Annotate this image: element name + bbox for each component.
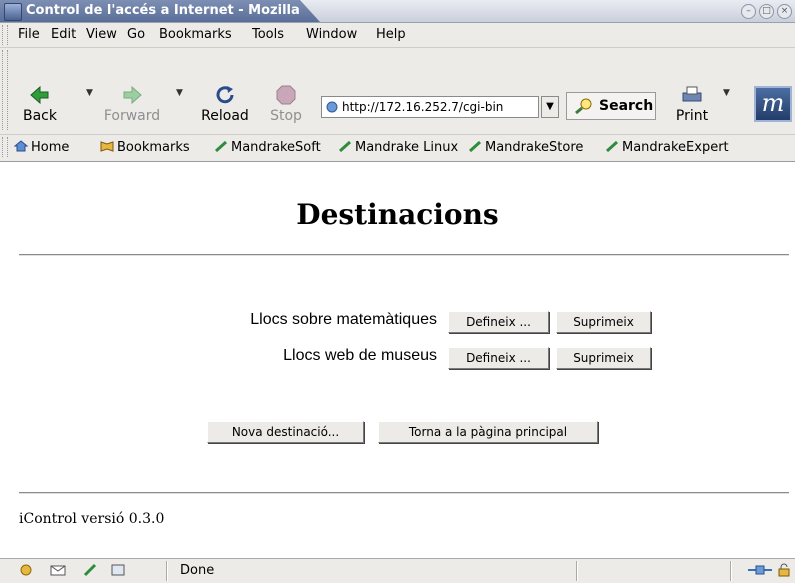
url-input[interactable]: http://172.16.252.7/cgi-bin bbox=[321, 96, 539, 118]
home-icon bbox=[13, 140, 29, 152]
print-dropdown-icon[interactable]: ▼ bbox=[723, 88, 730, 98]
stop-button[interactable]: Stop bbox=[266, 84, 306, 124]
delete-button[interactable]: Suprimeix bbox=[556, 347, 651, 369]
print-button[interactable]: Print bbox=[670, 84, 714, 124]
destination-label: Llocs sobre matemàtiques bbox=[250, 311, 437, 328]
status-text: Done bbox=[180, 563, 215, 578]
back-arrow-icon bbox=[28, 84, 52, 106]
status-separator bbox=[166, 561, 168, 581]
menu-tools[interactable]: Tools bbox=[252, 27, 284, 42]
mozilla-window-icon bbox=[4, 3, 22, 21]
window-titlebar: Control de l'accés a Internet - Mozilla … bbox=[0, 0, 795, 23]
heading-divider bbox=[19, 254, 789, 256]
footer-divider bbox=[19, 492, 789, 494]
menu-window[interactable]: Window bbox=[306, 27, 357, 42]
close-button[interactable]: × bbox=[777, 4, 792, 19]
active-title-tab: Control de l'accés a Internet - Mozilla bbox=[0, 0, 320, 22]
bookmarks-toolbar: Home Bookmarks MandrakeSoft Mandrake Lin… bbox=[0, 135, 795, 162]
toolbar-grip[interactable] bbox=[2, 137, 8, 157]
status-separator bbox=[576, 561, 578, 581]
forward-dropdown-icon[interactable]: ▼ bbox=[176, 88, 183, 98]
version-text: iControl versió 0.3.0 bbox=[19, 511, 165, 527]
menu-view[interactable]: View bbox=[86, 27, 117, 42]
menu-edit[interactable]: Edit bbox=[51, 27, 76, 42]
bookmark-mandrake-linux[interactable]: Mandrake Linux bbox=[338, 140, 458, 155]
bookmark-pen-icon bbox=[605, 140, 619, 153]
search-icon bbox=[575, 98, 592, 115]
define-button[interactable]: Defineix ... bbox=[448, 311, 549, 333]
bookmark-mandrakesoft[interactable]: MandrakeSoft bbox=[214, 140, 321, 155]
page-title: Destinacions bbox=[296, 198, 499, 231]
navigation-toolbar: Back ▼ Forward ▼ Reload Stop Print ▼ bbox=[0, 48, 795, 135]
menu-go[interactable]: Go bbox=[127, 27, 145, 42]
window-title: Control de l'accés a Internet - Mozilla bbox=[26, 3, 300, 18]
menu-help[interactable]: Help bbox=[376, 27, 406, 42]
address-book-icon[interactable] bbox=[110, 563, 126, 577]
composer-icon[interactable] bbox=[82, 563, 98, 577]
mozilla-logo[interactable]: m bbox=[754, 86, 792, 122]
bookmark-mandrakeexpert[interactable]: MandrakeExpert bbox=[605, 140, 729, 155]
menu-file[interactable]: File bbox=[18, 27, 40, 42]
stop-icon bbox=[274, 84, 298, 106]
back-button[interactable]: Back bbox=[14, 84, 66, 124]
mail-icon[interactable] bbox=[50, 563, 66, 577]
bookmarks-icon bbox=[100, 140, 114, 152]
forward-button[interactable]: Forward bbox=[100, 84, 164, 124]
bookmark-pen-icon bbox=[468, 140, 482, 153]
bookmark-pen-icon bbox=[214, 140, 228, 153]
printer-icon bbox=[680, 84, 704, 106]
forward-arrow-icon bbox=[120, 84, 144, 106]
search-button[interactable]: Search bbox=[566, 92, 656, 120]
new-destination-button[interactable]: Nova destinació... bbox=[207, 421, 364, 443]
back-dropdown-icon[interactable]: ▼ bbox=[86, 88, 93, 98]
menu-bookmarks[interactable]: Bookmarks bbox=[159, 27, 232, 42]
status-separator bbox=[730, 561, 732, 581]
bookmark-home[interactable]: Home bbox=[13, 140, 69, 155]
url-history-dropdown[interactable]: ▼ bbox=[541, 96, 559, 118]
site-icon bbox=[326, 101, 338, 113]
security-lock-icon[interactable] bbox=[776, 563, 792, 577]
menubar: File Edit View Go Bookmarks Tools Window… bbox=[0, 23, 795, 48]
minimize-button[interactable]: – bbox=[741, 4, 756, 19]
online-status-icon[interactable] bbox=[747, 563, 773, 577]
delete-button[interactable]: Suprimeix bbox=[556, 311, 651, 333]
bookmark-pen-icon bbox=[338, 140, 352, 153]
bookmark-bookmarks[interactable]: Bookmarks bbox=[100, 140, 190, 155]
status-bar: Done bbox=[0, 558, 795, 583]
destination-label: Llocs web de museus bbox=[283, 347, 437, 364]
bookmark-mandrakestore[interactable]: MandrakeStore bbox=[468, 140, 583, 155]
toolbar-grip[interactable] bbox=[2, 25, 8, 45]
reload-icon bbox=[213, 84, 237, 106]
maximize-button[interactable]: □ bbox=[759, 4, 774, 19]
page-content: Destinacions Llocs sobre matemàtiques De… bbox=[0, 162, 795, 557]
reload-button[interactable]: Reload bbox=[196, 84, 254, 124]
navigator-icon[interactable] bbox=[18, 563, 34, 577]
toolbar-grip[interactable] bbox=[2, 50, 8, 130]
define-button[interactable]: Defineix ... bbox=[448, 347, 549, 369]
main-page-button[interactable]: Torna a la pàgina principal bbox=[378, 421, 598, 443]
